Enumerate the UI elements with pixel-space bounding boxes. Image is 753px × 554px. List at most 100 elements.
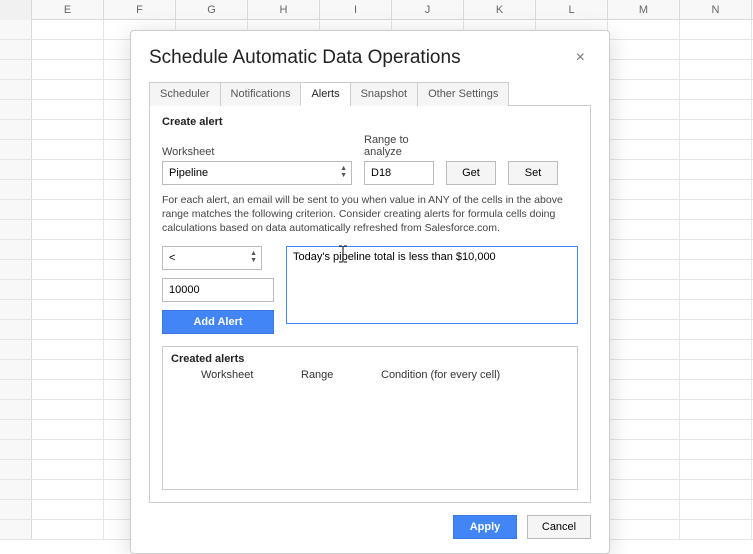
operator-select[interactable]: < [162, 246, 262, 270]
col-header-i[interactable]: I [320, 0, 392, 20]
grid-cell[interactable] [32, 100, 104, 119]
row-header[interactable] [0, 460, 32, 479]
grid-cell[interactable] [32, 80, 104, 99]
grid-cell[interactable] [32, 340, 104, 359]
grid-cell[interactable] [32, 260, 104, 279]
row-header[interactable] [0, 60, 32, 79]
row-header[interactable] [0, 360, 32, 379]
grid-cell[interactable] [608, 220, 680, 239]
grid-cell[interactable] [608, 180, 680, 199]
grid-cell[interactable] [680, 60, 752, 79]
grid-cell[interactable] [608, 500, 680, 519]
grid-cell[interactable] [608, 480, 680, 499]
tab-scheduler[interactable]: Scheduler [149, 82, 221, 106]
col-header-f[interactable]: F [104, 0, 176, 20]
grid-cell[interactable] [32, 240, 104, 259]
grid-cell[interactable] [680, 200, 752, 219]
grid-cell[interactable] [680, 120, 752, 139]
threshold-input[interactable] [162, 278, 274, 302]
row-header[interactable] [0, 240, 32, 259]
worksheet-select[interactable]: Pipeline [162, 161, 352, 185]
grid-cell[interactable] [680, 340, 752, 359]
row-header[interactable] [0, 220, 32, 239]
grid-cell[interactable] [680, 320, 752, 339]
grid-cell[interactable] [608, 20, 680, 39]
row-header[interactable] [0, 480, 32, 499]
grid-cell[interactable] [680, 160, 752, 179]
grid-cell[interactable] [32, 40, 104, 59]
grid-cell[interactable] [680, 460, 752, 479]
row-header[interactable] [0, 100, 32, 119]
grid-cell[interactable] [32, 300, 104, 319]
grid-cell[interactable] [680, 380, 752, 399]
grid-cell[interactable] [680, 140, 752, 159]
grid-cell[interactable] [680, 240, 752, 259]
grid-cell[interactable] [32, 60, 104, 79]
col-header-n[interactable]: N [680, 0, 752, 20]
row-header[interactable] [0, 200, 32, 219]
col-header-g[interactable]: G [176, 0, 248, 20]
grid-cell[interactable] [680, 440, 752, 459]
grid-cell[interactable] [608, 100, 680, 119]
grid-cell[interactable] [608, 300, 680, 319]
row-header[interactable] [0, 40, 32, 59]
row-header[interactable] [0, 180, 32, 199]
set-button[interactable]: Set [508, 161, 558, 185]
grid-cell[interactable] [680, 40, 752, 59]
grid-cell[interactable] [680, 300, 752, 319]
grid-cell[interactable] [32, 500, 104, 519]
grid-cell[interactable] [608, 320, 680, 339]
row-header[interactable] [0, 160, 32, 179]
grid-cell[interactable] [32, 440, 104, 459]
grid-cell[interactable] [608, 200, 680, 219]
grid-cell[interactable] [32, 200, 104, 219]
tab-other-settings[interactable]: Other Settings [417, 82, 509, 106]
row-header[interactable] [0, 20, 32, 39]
row-header[interactable] [0, 340, 32, 359]
col-header-e[interactable]: E [32, 0, 104, 20]
grid-cell[interactable] [32, 320, 104, 339]
grid-cell[interactable] [608, 440, 680, 459]
grid-cell[interactable] [608, 260, 680, 279]
grid-cell[interactable] [32, 120, 104, 139]
row-header[interactable] [0, 140, 32, 159]
apply-button[interactable]: Apply [453, 515, 517, 539]
row-header[interactable] [0, 320, 32, 339]
grid-cell[interactable] [680, 180, 752, 199]
tab-snapshot[interactable]: Snapshot [350, 82, 418, 106]
row-header[interactable] [0, 120, 32, 139]
grid-cell[interactable] [32, 160, 104, 179]
grid-cell[interactable] [680, 220, 752, 239]
grid-cell[interactable] [680, 80, 752, 99]
col-header-l[interactable]: L [536, 0, 608, 20]
get-button[interactable]: Get [446, 161, 496, 185]
grid-cell[interactable] [608, 140, 680, 159]
grid-cell[interactable] [608, 460, 680, 479]
grid-cell[interactable] [32, 420, 104, 439]
grid-cell[interactable] [680, 260, 752, 279]
grid-cell[interactable] [32, 480, 104, 499]
row-header[interactable] [0, 440, 32, 459]
grid-cell[interactable] [680, 360, 752, 379]
grid-cell[interactable] [32, 380, 104, 399]
grid-cell[interactable] [608, 340, 680, 359]
col-header-j[interactable]: J [392, 0, 464, 20]
grid-cell[interactable] [680, 400, 752, 419]
grid-cell[interactable] [608, 40, 680, 59]
grid-cell[interactable] [32, 360, 104, 379]
grid-cell[interactable] [608, 360, 680, 379]
grid-cell[interactable] [608, 520, 680, 539]
grid-cell[interactable] [32, 280, 104, 299]
col-header-h[interactable]: H [248, 0, 320, 20]
tab-notifications[interactable]: Notifications [220, 82, 302, 106]
grid-cell[interactable] [32, 180, 104, 199]
range-input[interactable] [364, 161, 434, 185]
grid-cell[interactable] [32, 220, 104, 239]
grid-cell[interactable] [608, 120, 680, 139]
row-header[interactable] [0, 300, 32, 319]
row-header[interactable] [0, 420, 32, 439]
cancel-button[interactable]: Cancel [527, 515, 591, 539]
row-header[interactable] [0, 280, 32, 299]
grid-cell[interactable] [608, 240, 680, 259]
grid-cell[interactable] [32, 140, 104, 159]
